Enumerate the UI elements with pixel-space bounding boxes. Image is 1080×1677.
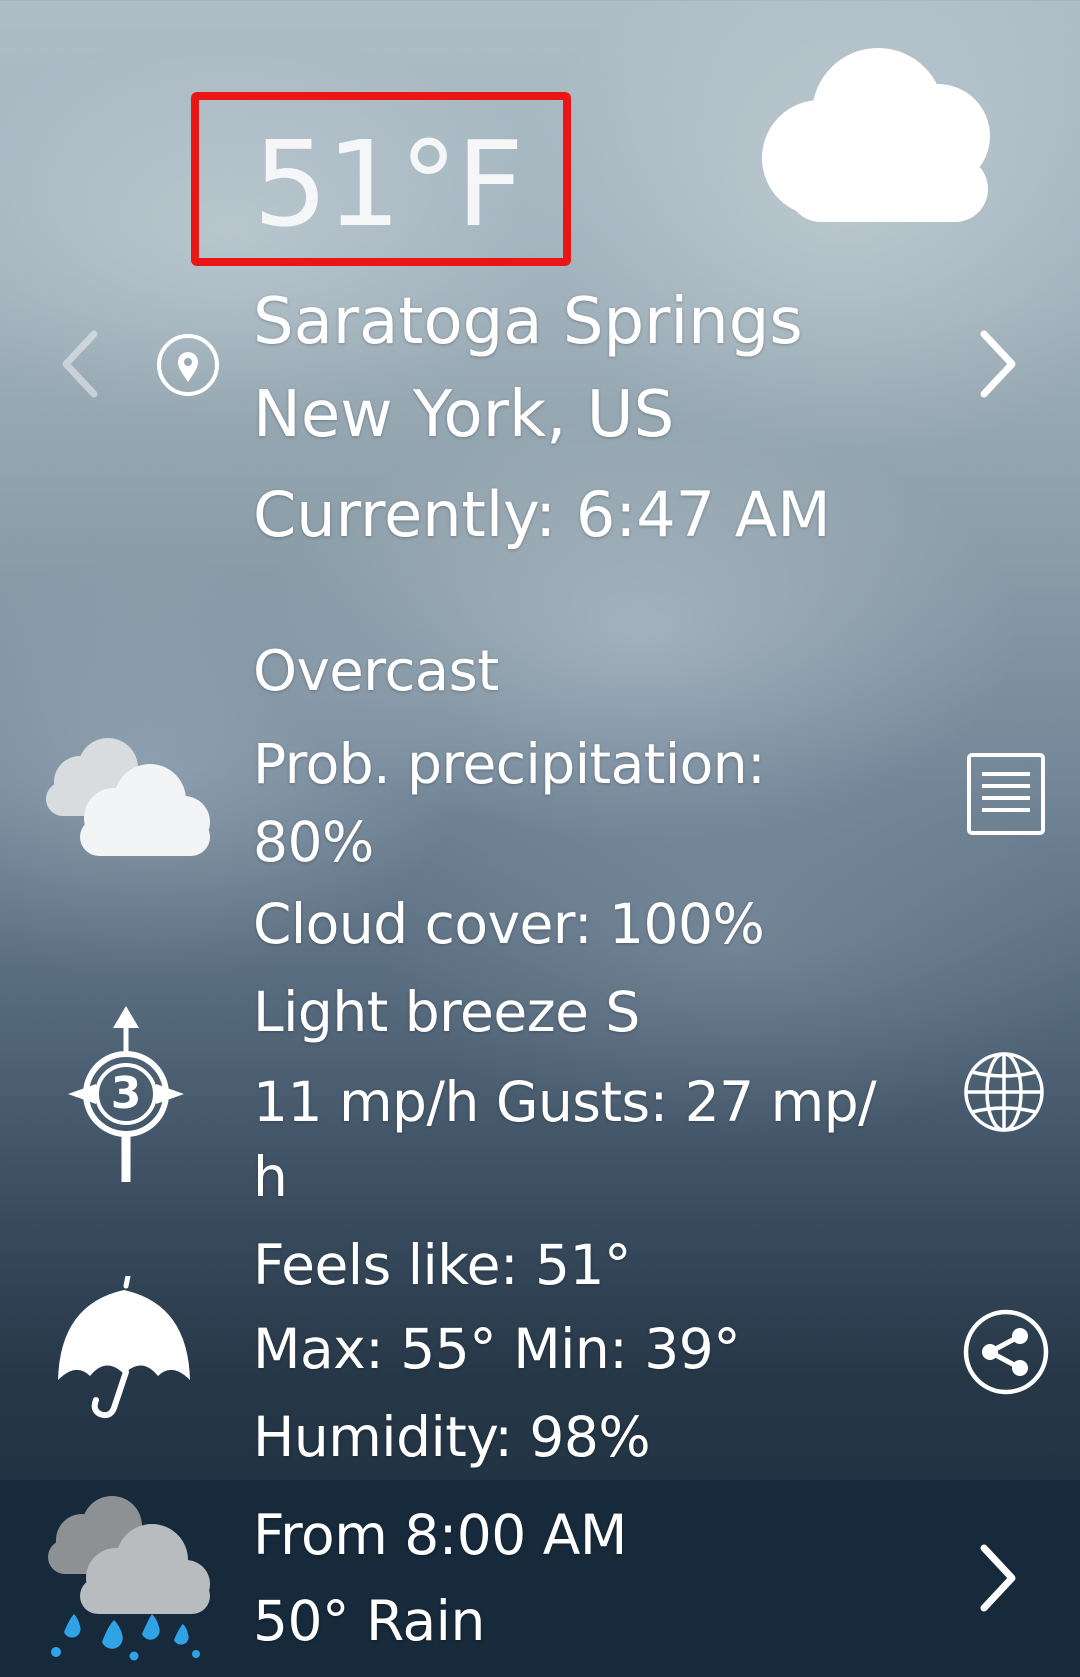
document-icon [967,753,1045,835]
cloud-cover: Cloud cover: 100% [253,892,765,956]
share-button[interactable] [962,1308,1050,1396]
wind-description: Light breeze S [253,980,640,1044]
share-icon [963,1309,1049,1395]
precipitation-label: Prob. precipitation: [253,732,766,796]
location-button[interactable] [155,332,221,398]
globe-icon [964,1052,1044,1132]
umbrella-icon [54,1276,194,1422]
forecast-summary: 50° Rain [253,1589,485,1653]
wind-compass-icon: 3 [66,1002,186,1188]
previous-location-button[interactable] [56,328,104,400]
precipitation-value: 80% [253,810,374,874]
current-time: Currently: 6:47 AM [253,478,831,551]
forecast-next-button[interactable] [974,1542,1022,1614]
region-name: New York, US [253,378,675,452]
location-pin-icon [157,334,219,396]
city-name: Saratoga Springs [253,285,803,359]
feels-like: Feels like: 51° [253,1233,632,1297]
beaufort-number: 3 [110,1068,142,1119]
condition-summary: Overcast [253,639,499,704]
next-location-button[interactable] [974,328,1022,400]
details-button[interactable] [966,752,1046,836]
chevron-right-icon [980,330,1016,398]
chevron-left-icon [62,330,98,398]
current-temperature: 51°F [253,115,524,253]
overcast-clouds-icon [36,730,216,860]
forecast-time: From 8:00 AM [253,1503,627,1567]
wind-speed-line1: 11 mp/h Gusts: 27 mp/ [253,1070,877,1134]
next-forecast-row[interactable]: From 8:00 AM 50° Rain [0,1480,1080,1677]
rain-cloud-icon [36,1492,216,1664]
chevron-right-icon [980,1544,1016,1612]
max-min-temperature: Max: 55° Min: 39° [253,1317,741,1381]
humidity: Humidity: 98% [253,1405,651,1469]
map-button[interactable] [962,1050,1046,1134]
wind-speed-line2: h [253,1145,288,1209]
cloud-icon [758,46,1008,226]
